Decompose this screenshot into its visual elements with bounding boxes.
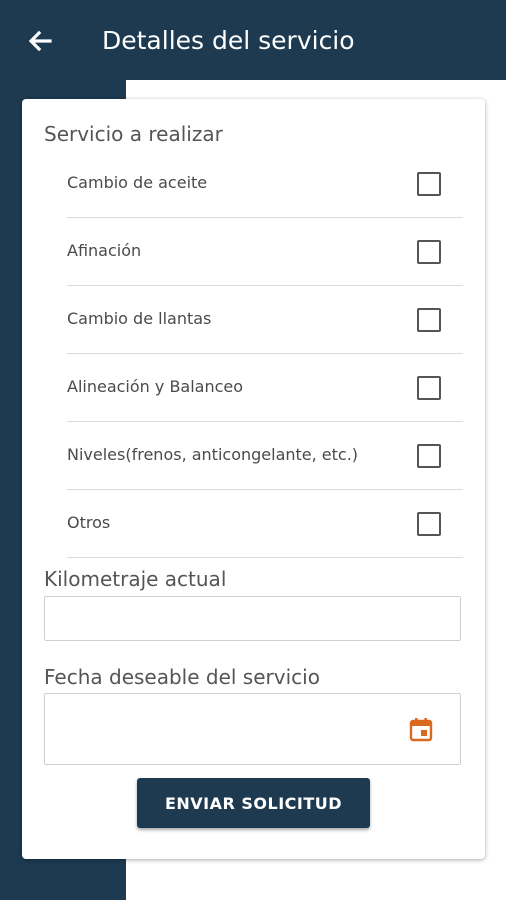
date-label: Fecha deseable del servicio — [44, 665, 320, 689]
service-option[interactable]: Alineación y Balanceo — [67, 354, 463, 422]
calendar-icon[interactable] — [408, 717, 434, 743]
date-input[interactable] — [44, 693, 461, 765]
service-checkbox[interactable] — [417, 308, 441, 332]
service-options-list: Cambio de aceite Afinación Cambio de lla… — [67, 150, 463, 558]
mileage-label: Kilometraje actual — [44, 567, 227, 591]
service-option[interactable]: Otros — [67, 490, 463, 558]
service-option[interactable]: Afinación — [67, 218, 463, 286]
service-checkbox[interactable] — [417, 376, 441, 400]
page-title: Detalles del servicio — [102, 26, 355, 55]
service-option[interactable]: Cambio de llantas — [67, 286, 463, 354]
service-checkbox[interactable] — [417, 444, 441, 468]
service-checkbox[interactable] — [417, 240, 441, 264]
submit-request-button[interactable]: ENVIAR SOLICITUD — [137, 778, 370, 828]
service-option-label: Afinación — [67, 241, 142, 260]
service-checkbox[interactable] — [417, 172, 441, 196]
service-option[interactable]: Niveles(frenos, anticongelante, etc.) — [67, 422, 463, 490]
service-form-card: Servicio a realizar Cambio de aceite Afi… — [22, 99, 485, 859]
services-label: Servicio a realizar — [44, 122, 223, 146]
mileage-input[interactable] — [44, 596, 461, 641]
service-option-label: Niveles(frenos, anticongelante, etc.) — [67, 445, 359, 464]
service-option-label: Cambio de aceite — [67, 173, 208, 192]
service-option-label: Otros — [67, 513, 111, 532]
service-option-label: Alineación y Balanceo — [67, 377, 244, 396]
app-bar: Detalles del servicio — [0, 0, 506, 80]
arrow-left-icon[interactable] — [26, 27, 54, 55]
service-option-label: Cambio de llantas — [67, 309, 212, 328]
service-checkbox[interactable] — [417, 512, 441, 536]
service-option[interactable]: Cambio de aceite — [67, 150, 463, 218]
